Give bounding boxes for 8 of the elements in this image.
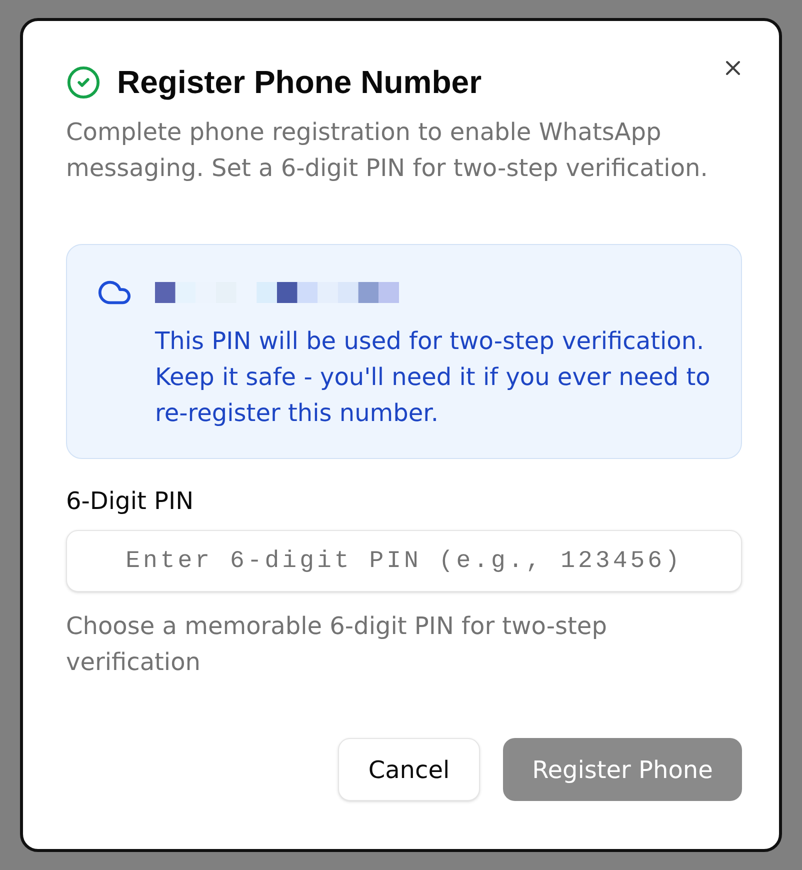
pin-hint: Choose a memorable 6-digit PIN for two-step verification bbox=[66, 611, 608, 678]
check-circle-icon bbox=[66, 64, 101, 100]
info-message: This PIN will be used for two-step verification. Keep it safe - you'll need it if you ever need to re-register this number. bbox=[155, 326, 712, 429]
pin-label: 6-Digit PIN bbox=[66, 487, 194, 515]
pin-input-field[interactable]: Enter 6-digit PIN (e.g., 123456) bbox=[66, 530, 742, 592]
dialog-description: Complete phone registration to enable WhatsApp messaging. Set a 6-digit PIN for two-step verification. bbox=[66, 117, 709, 184]
dialog-title: Register Phone Number bbox=[117, 64, 482, 100]
cancel-button[interactable]: Cancel bbox=[338, 738, 480, 801]
